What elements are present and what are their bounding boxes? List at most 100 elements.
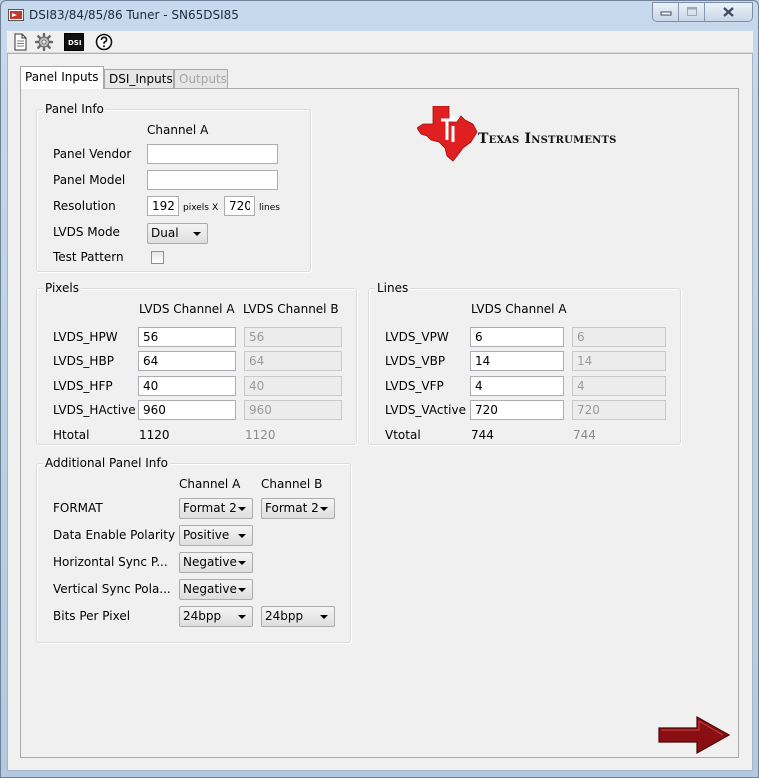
panel-inputs-page: Panel Info Channel A Panel Vendor Panel …	[20, 88, 739, 758]
lvds-vpw-a-input[interactable]	[470, 327, 564, 347]
pixels-col-b-header: LVDS Channel B	[243, 302, 339, 316]
test-pattern-checkbox[interactable]	[151, 251, 164, 264]
maximize-button[interactable]	[679, 3, 705, 21]
tab-outputs[interactable]: Outputs	[174, 69, 228, 88]
lvds-vpw-label: LVDS_VPW	[385, 330, 449, 344]
vertical-sync-value: Negative	[183, 582, 237, 596]
tab-panel-inputs[interactable]: Panel Inputs	[20, 66, 104, 89]
texas-state-logo-icon	[417, 106, 478, 162]
next-arrow-icon[interactable]	[657, 715, 731, 755]
panel-info-legend: Panel Info	[43, 102, 106, 116]
format-b-value: Format 2	[265, 501, 319, 515]
horizontal-sync-value: Negative	[183, 555, 237, 569]
pixels-col-a-header: LVDS Channel A	[139, 302, 235, 316]
lvds-hbp-b-input[interactable]	[244, 351, 342, 371]
panel-vendor-input[interactable]	[147, 144, 278, 164]
lines-col-a-header: LVDS Channel A	[471, 302, 567, 316]
lines-group: Lines LVDS Channel A LVDS_VPW LVDS_VBP L…	[368, 281, 681, 445]
panel-vendor-label: Panel Vendor	[53, 147, 132, 161]
lvds-hpw-label: LVDS_HPW	[53, 330, 118, 344]
minimize-button[interactable]	[653, 3, 679, 21]
vertical-sync-select[interactable]: Negative	[179, 579, 253, 600]
vtotal-a-value: 744	[471, 428, 494, 442]
pixels-legend: Pixels	[43, 281, 82, 295]
resolution-label: Resolution	[53, 199, 116, 213]
dsi-chip-icon[interactable]: DSI	[64, 33, 84, 51]
toolbar: DSI	[7, 31, 753, 53]
lvds-vbp-a-input[interactable]	[470, 351, 564, 371]
lvds-vfp-a-input[interactable]	[470, 376, 564, 396]
chevron-down-icon	[193, 232, 201, 236]
lvds-mode-label: LVDS Mode	[53, 225, 120, 239]
lvds-hfp-a-input[interactable]	[138, 376, 236, 396]
bits-per-pixel-b-value: 24bpp	[265, 609, 304, 623]
resolution-height-input[interactable]	[224, 196, 255, 216]
close-button[interactable]	[705, 3, 752, 21]
lvds-vpw-b-input[interactable]	[572, 327, 666, 347]
client-area: Panel Inputs DSI_Inputs Outputs Panel In…	[7, 53, 753, 771]
bits-per-pixel-a-value: 24bpp	[183, 609, 222, 623]
lvds-hpw-a-input[interactable]	[138, 327, 236, 347]
app-icon	[8, 9, 24, 21]
tab-dsi-inputs[interactable]: DSI_Inputs	[104, 69, 174, 88]
tab-label: Outputs	[179, 72, 227, 86]
title-bar[interactable]: DSI83/84/85/86 Tuner - SN65DSI85	[1, 1, 758, 31]
pixels-unit: pixels	[183, 203, 209, 213]
lvds-hpw-b-input[interactable]	[244, 327, 342, 347]
lvds-vfp-label: LVDS_VFP	[385, 379, 444, 393]
resolution-width-input[interactable]	[147, 196, 179, 216]
panel-info-group: Panel Info Channel A Panel Vendor Panel …	[36, 102, 311, 272]
close-icon	[723, 7, 734, 17]
lvds-mode-value: Dual	[151, 226, 179, 240]
chevron-down-icon	[238, 507, 246, 511]
bits-per-pixel-a-select[interactable]: 24bpp	[179, 606, 253, 627]
tab-label: DSI_Inputs	[109, 72, 173, 86]
horizontal-sync-select[interactable]: Negative	[179, 552, 253, 573]
additional-col-b-header: Channel B	[261, 477, 323, 491]
data-enable-polarity-select[interactable]: Positive	[179, 525, 253, 546]
format-b-select[interactable]: Format 2	[261, 498, 335, 519]
vtotal-b-value: 744	[573, 428, 596, 442]
htotal-a-value: 1120	[139, 428, 170, 442]
lvds-vbp-label: LVDS_VBP	[385, 354, 446, 368]
lvds-vfp-b-input[interactable]	[572, 376, 666, 396]
lvds-vactive-b-input[interactable]	[572, 400, 666, 420]
window-controls	[652, 2, 753, 22]
gear-icon[interactable]	[34, 33, 54, 51]
lvds-hactive-b-input[interactable]	[244, 400, 342, 420]
format-a-value: Format 2	[183, 501, 237, 515]
help-icon[interactable]	[94, 33, 114, 51]
ti-logo-text: Texas Instruments	[478, 131, 617, 147]
panel-model-input[interactable]	[147, 170, 278, 190]
chevron-down-icon	[238, 561, 246, 565]
lvds-hfp-b-input[interactable]	[244, 376, 342, 396]
vertical-sync-label: Vertical Sync Pola...	[53, 582, 171, 596]
lvds-vbp-b-input[interactable]	[572, 351, 666, 371]
chevron-down-icon	[238, 588, 246, 592]
data-enable-polarity-label: Data Enable Polarity	[53, 528, 176, 542]
lvds-mode-select[interactable]: Dual	[147, 223, 208, 244]
chevron-down-icon	[238, 615, 246, 619]
minimize-icon	[660, 11, 672, 16]
chevron-down-icon	[320, 615, 328, 619]
htotal-b-value: 1120	[245, 428, 276, 442]
ti-logo: Texas Instruments	[417, 106, 642, 162]
document-icon[interactable]	[10, 33, 30, 51]
lvds-hfp-label: LVDS_HFP	[53, 379, 113, 393]
tab-label: Panel Inputs	[25, 70, 99, 84]
chevron-down-icon	[320, 507, 328, 511]
lvds-hbp-label: LVDS_HBP	[53, 354, 114, 368]
dsi-icon-text: DSI	[68, 39, 82, 47]
bits-per-pixel-b-select[interactable]: 24bpp	[261, 606, 335, 627]
additional-legend: Additional Panel Info	[43, 456, 170, 470]
lvds-hactive-a-input[interactable]	[138, 400, 236, 420]
channel-a-header: Channel A	[147, 123, 209, 137]
lvds-hbp-a-input[interactable]	[138, 351, 236, 371]
test-pattern-label: Test Pattern	[53, 250, 124, 264]
resolution-times: X	[212, 203, 219, 213]
horizontal-sync-label: Horizontal Sync P...	[53, 555, 168, 569]
additional-panel-info-group: Additional Panel Info Channel A Channel …	[36, 456, 351, 643]
panel-model-label: Panel Model	[53, 173, 126, 187]
lvds-vactive-a-input[interactable]	[470, 400, 564, 420]
format-a-select[interactable]: Format 2	[179, 498, 253, 519]
